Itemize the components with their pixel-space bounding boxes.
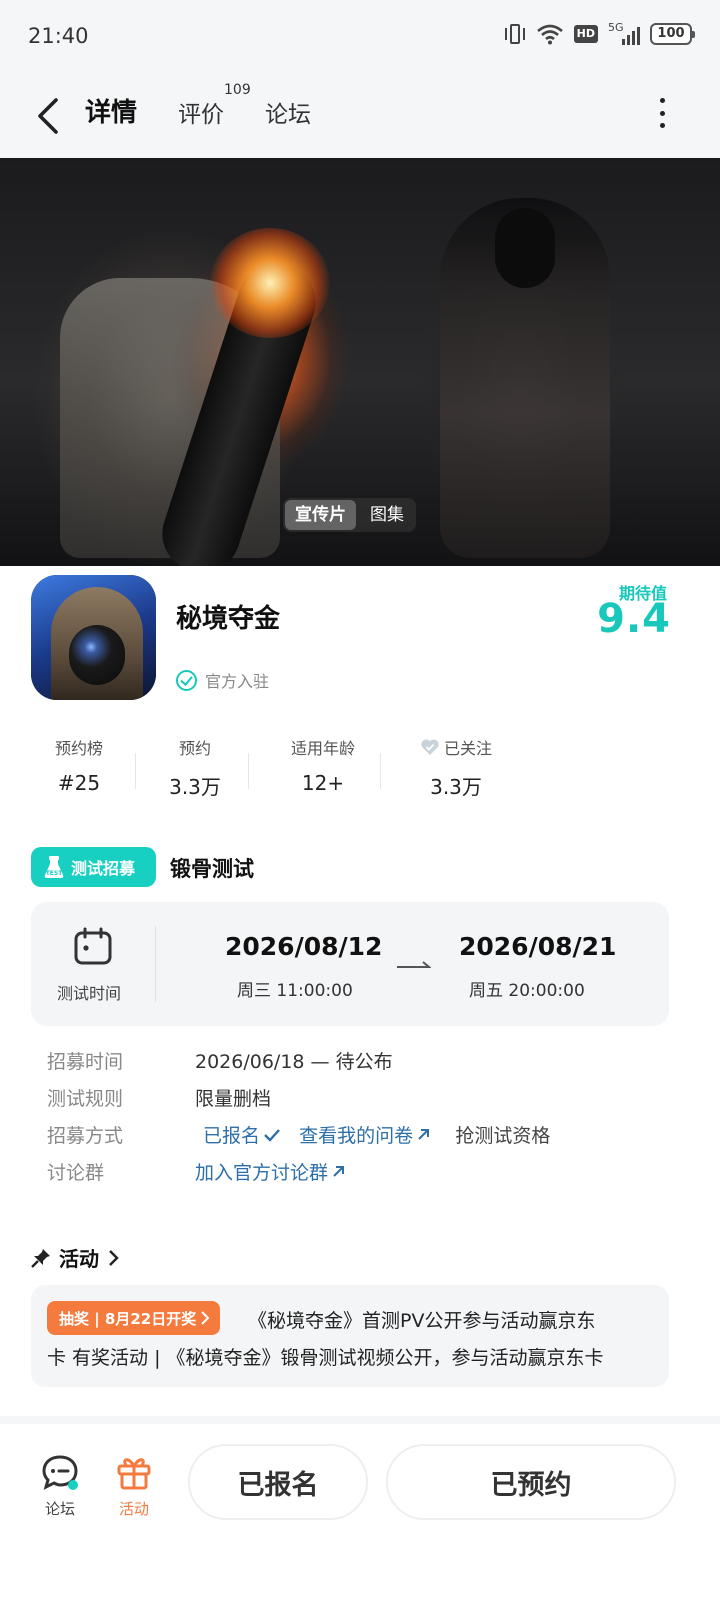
status-icons: HD 5G 100 — [504, 21, 695, 46]
join-group-link[interactable]: 加入官方讨论群 — [195, 1158, 346, 1185]
detail-label: 测试规则 — [47, 1088, 124, 1110]
stat-label: 预约 — [178, 739, 211, 758]
tab-detail-label: 详情 — [85, 98, 138, 128]
activity-text-line2: 卡 有奖活动 | 《秘境夺金》锻骨测试视频公开，参与活动赢京东卡 — [47, 1347, 604, 1369]
questionnaire-label: 查看我的问卷 — [299, 1125, 414, 1147]
test-start-date: 2026/08/12 — [225, 932, 383, 961]
check-icon — [264, 1128, 280, 1142]
divider — [135, 753, 136, 789]
stat-value: #25 — [57, 771, 101, 795]
test-start-time: 周三 11:00:00 — [237, 981, 353, 1001]
signed-up-link[interactable]: 已报名 — [203, 1121, 281, 1148]
bottom-forum-button[interactable]: 论坛 — [30, 1452, 90, 1519]
media-switch: 宣传片 图集 — [283, 498, 416, 532]
detail-label: 讨论群 — [47, 1162, 105, 1184]
stat-value: 12+ — [301, 771, 345, 795]
test-time-label: 测试时间 — [57, 984, 122, 1003]
stat-followed[interactable]: 已关注 3.3万 — [410, 735, 502, 800]
chevron-right-icon — [201, 1311, 210, 1325]
grab-test-qualification[interactable]: 抢测试资格 — [455, 1125, 550, 1147]
media-tab-trailer[interactable]: 宣传片 — [285, 500, 356, 530]
external-arrow-icon — [418, 1129, 430, 1140]
test-name: 锻骨测试 — [170, 857, 254, 881]
stat-rank[interactable]: 预约榜 #25 — [48, 735, 110, 795]
detail-label: 招募方式 — [47, 1125, 124, 1147]
wifi-icon — [536, 23, 564, 45]
tab-detail[interactable]: 详情 — [81, 92, 142, 129]
heart-icon — [421, 739, 439, 755]
stat-label: 适用年龄 — [290, 739, 355, 758]
lottery-badge[interactable]: 抽奖 | 8月22日开奖 — [47, 1301, 221, 1335]
review-count-badge: 109 — [224, 82, 251, 98]
hd-icon: HD — [573, 25, 598, 43]
stat-value: 3.3万 — [430, 775, 482, 799]
stats-row: 预约榜 #25 预约 3.3万 适用年龄 12+ 已关注 3.3万 — [0, 735, 720, 815]
chat-bubble-icon — [42, 1455, 78, 1490]
stat-age-rating: 适用年龄 12+ — [280, 735, 366, 795]
bottom-separator — [0, 1416, 720, 1424]
pin-icon — [31, 1248, 50, 1268]
signed-up-label: 已报名 — [203, 1125, 261, 1147]
arrow-right-icon — [397, 961, 431, 968]
official-label: 官方入驻 — [205, 672, 270, 691]
activity-title: 活动 — [59, 1247, 99, 1271]
activity-text-line1: 《秘境夺金》首测PV公开参与活动赢京东 — [248, 1310, 596, 1332]
signed-up-button[interactable]: 已报名 — [188, 1444, 368, 1520]
lottery-badge-label: 抽奖 | 8月22日开奖 — [59, 1309, 197, 1328]
hero-fire — [210, 228, 330, 338]
divider — [248, 753, 249, 789]
join-group-label: 加入官方讨论群 — [195, 1162, 329, 1184]
network-type: 5G — [608, 21, 624, 34]
hero-video[interactable]: 宣传片 图集 — [0, 158, 720, 566]
signal-icon: 5G — [608, 21, 640, 45]
reserved-button[interactable]: 已预约 — [386, 1444, 676, 1520]
stat-value: 3.3万 — [169, 775, 221, 799]
test-end-time: 周五 20:00:00 — [469, 981, 585, 1001]
check-circle-icon — [176, 669, 197, 691]
back-arrow-icon[interactable] — [30, 94, 70, 138]
game-app-icon — [31, 575, 156, 700]
test-flask-icon: TEST — [44, 856, 64, 878]
divider — [155, 926, 156, 1002]
detail-value: 限量删档 — [195, 1088, 272, 1110]
top-nav: 详情 评价 109 论坛 — [0, 76, 720, 158]
stat-label: 已关注 — [443, 739, 492, 758]
tab-review[interactable]: 评价 — [178, 95, 224, 129]
expect-score: 9.4 — [597, 596, 671, 642]
bottom-activity-button[interactable]: 活动 — [104, 1452, 164, 1519]
stat-label: 预约榜 — [54, 739, 103, 758]
vibrate-icon — [504, 22, 526, 46]
calendar-icon — [74, 927, 112, 965]
detail-label: 招募时间 — [47, 1051, 124, 1073]
divider — [380, 753, 381, 789]
test-badge-label: 测试招募 — [71, 859, 136, 878]
official-badge: 官方入驻 — [176, 668, 269, 692]
detail-value: 2026/06/18 — 待公布 — [195, 1051, 393, 1073]
test-time-card: 测试时间 2026/08/12 周三 11:00:00 2026/08/21 周… — [31, 902, 669, 1026]
bottom-action-bar: 论坛 活动 已报名 已预约 — [0, 1424, 720, 1612]
battery-icon: 100 — [650, 23, 695, 45]
svg-text:TEST: TEST — [46, 870, 64, 877]
test-end-date: 2026/08/21 — [459, 932, 617, 961]
stat-reservations: 预约 3.3万 — [160, 735, 230, 800]
status-bar: 21:40 HD 5G 100 — [0, 0, 720, 76]
questionnaire-link[interactable]: 查看我的问卷 — [299, 1121, 431, 1148]
tab-forum[interactable]: 论坛 — [265, 95, 311, 129]
activity-card[interactable]: 抽奖 | 8月22日开奖 《秘境夺金》首测PV公开参与活动赢京东 卡 有奖活动 … — [31, 1285, 669, 1387]
gift-icon — [117, 1458, 151, 1490]
status-time: 21:40 — [28, 24, 89, 48]
test-recruit-badge: TEST 测试招募 — [31, 847, 156, 887]
game-title: 秘境夺金 — [176, 604, 281, 634]
bottom-forum-label: 论坛 — [44, 1500, 75, 1518]
activity-header[interactable]: 活动 — [31, 1243, 119, 1272]
more-options-icon[interactable] — [658, 98, 666, 128]
bottom-activity-label: 活动 — [118, 1500, 149, 1518]
hero-figure-right — [440, 198, 610, 558]
external-arrow-icon — [333, 1166, 345, 1177]
media-tab-gallery[interactable]: 图集 — [360, 500, 414, 530]
chevron-right-icon — [109, 1249, 119, 1266]
